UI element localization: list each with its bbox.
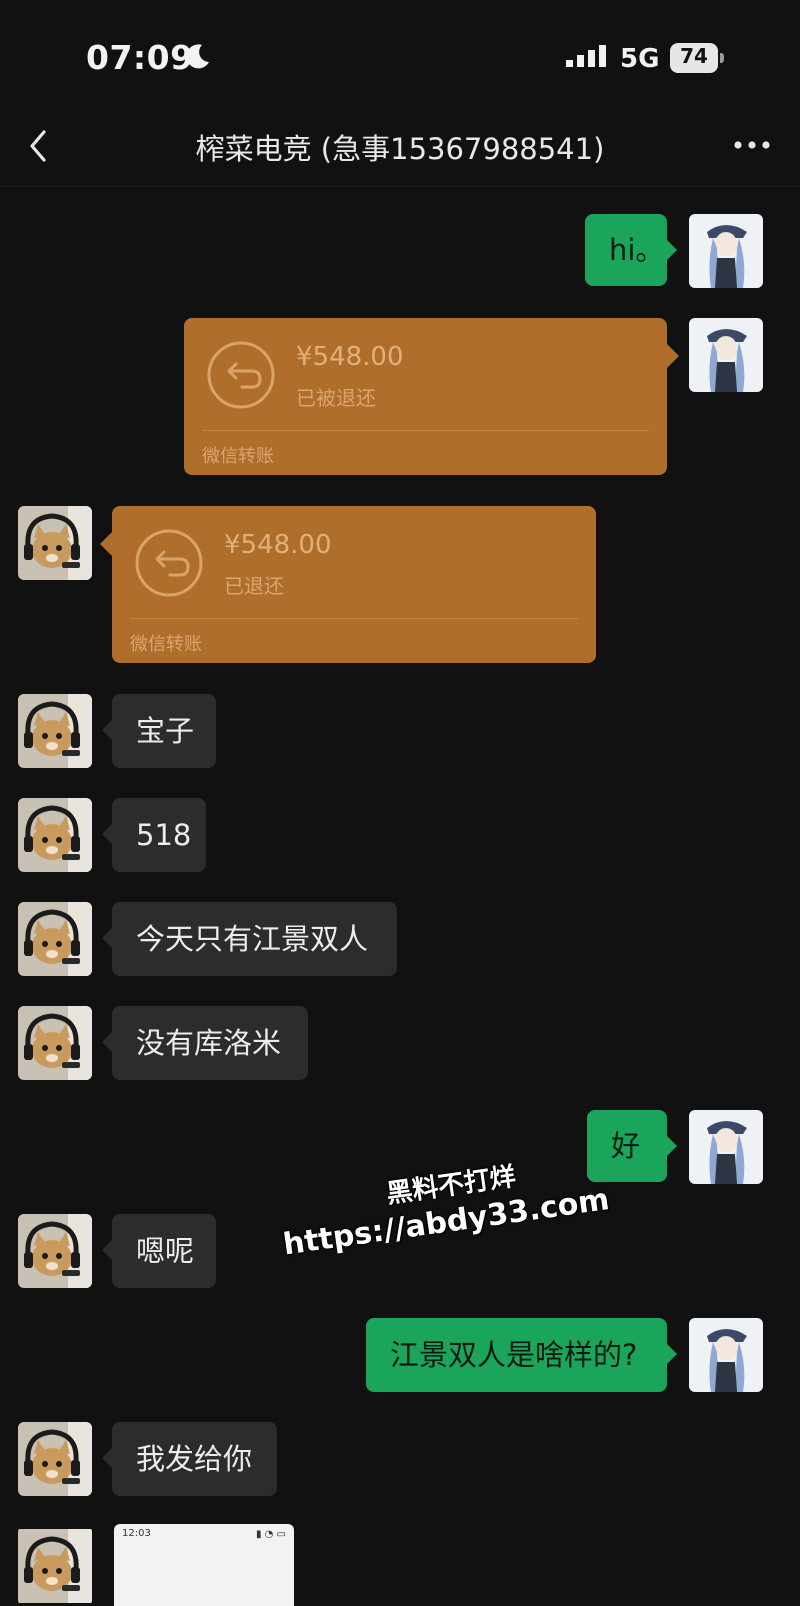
transfer-card-in[interactable]: ¥548.00 已退还 微信转账 xyxy=(100,506,596,663)
transfer-status: 已被退还 xyxy=(296,386,376,410)
chat-header: 榨菜电竞 (急事15367988541) xyxy=(0,110,800,187)
message-bubble-in[interactable]: 我发给你 xyxy=(102,1422,277,1496)
message-bubble-in[interactable]: 518 xyxy=(102,798,206,872)
contact-avatar[interactable] xyxy=(18,1422,92,1496)
contact-avatar[interactable] xyxy=(18,902,92,976)
transfer-label: 微信转账 xyxy=(130,634,202,655)
image-message-thumbnail[interactable]: 12:03 ▮ ◔ ▭ xyxy=(114,1524,294,1606)
divider xyxy=(202,430,649,431)
status-bar: 07:09 5G 74 xyxy=(0,0,800,110)
thumbnail-status-icons: ▮ ◔ ▭ xyxy=(255,1529,286,1540)
contact-avatar[interactable] xyxy=(18,1214,92,1288)
message-bubble-out[interactable]: hi。 xyxy=(585,214,677,286)
self-avatar[interactable] xyxy=(689,1110,763,1184)
battery-level: 74 xyxy=(680,44,708,68)
message-bubble-in[interactable]: 宝子 xyxy=(102,694,216,768)
message-bubble-in[interactable]: 嗯呢 xyxy=(102,1214,216,1288)
transfer-card-out[interactable]: ¥548.00 已被退还 微信转账 xyxy=(184,318,679,475)
network-type: 5G xyxy=(620,44,660,74)
contact-avatar[interactable] xyxy=(18,1006,92,1080)
transfer-amount: ¥548.00 xyxy=(224,530,332,560)
signal-icon xyxy=(566,45,606,67)
refund-return-icon xyxy=(135,529,203,597)
message-bubble-in[interactable]: 今天只有江景双人 xyxy=(102,902,397,976)
message-bubble-in[interactable]: 没有库洛米 xyxy=(102,1006,308,1080)
transfer-label: 微信转账 xyxy=(202,446,274,467)
contact-avatar[interactable] xyxy=(18,694,92,768)
contact-avatar[interactable] xyxy=(18,1526,92,1606)
self-avatar[interactable] xyxy=(689,214,763,288)
chat-title: 榨菜电竞 (急事15367988541) xyxy=(195,132,605,166)
status-time: 07:09 xyxy=(86,38,194,77)
transfer-amount: ¥548.00 xyxy=(296,342,404,372)
battery-icon: 74 xyxy=(670,43,726,73)
divider xyxy=(130,618,578,619)
self-avatar[interactable] xyxy=(689,1318,763,1392)
transfer-status: 已退还 xyxy=(224,574,284,598)
thumbnail-time: 12:03 xyxy=(122,1528,151,1539)
watermark: 黑料不打烊 https://abdy33.com xyxy=(270,1143,617,1264)
self-avatar[interactable] xyxy=(689,318,763,392)
refund-return-icon xyxy=(207,341,275,409)
moon-icon xyxy=(186,44,209,69)
more-dots-icon[interactable] xyxy=(730,130,774,160)
contact-avatar[interactable] xyxy=(18,798,92,872)
message-bubble-out[interactable]: 江景双人是啥样的? xyxy=(366,1318,677,1392)
contact-avatar[interactable] xyxy=(18,506,92,580)
